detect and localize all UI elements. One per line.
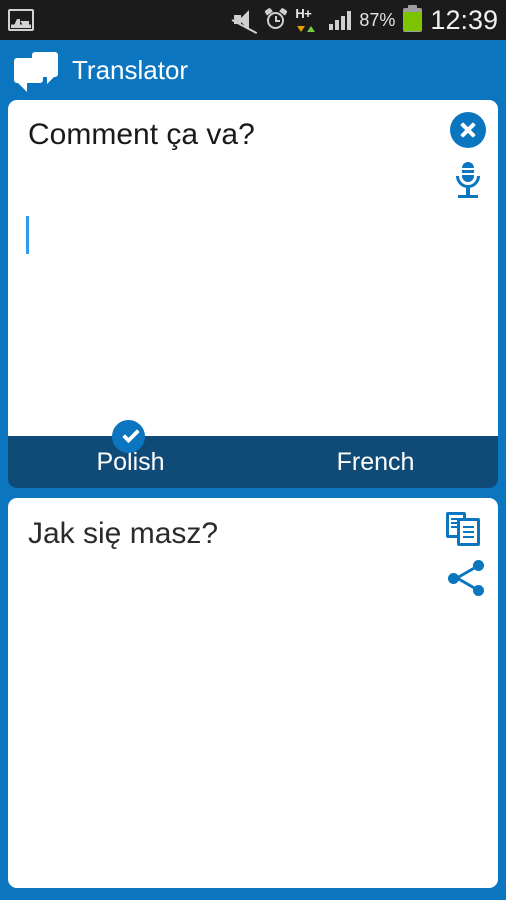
status-bar: H+ 87% 12:39 [0,0,506,40]
app-screen: H+ 87% 12:39 Translator Comment ça va? P… [0,0,506,900]
status-bar-left [0,9,34,31]
data-arrows-icon [297,26,316,32]
battery-icon [403,5,423,32]
check-circle-icon [112,420,145,453]
close-circle-icon[interactable] [450,112,486,148]
battery-percent: 87% [359,9,396,30]
alarm-clock-icon [264,7,289,31]
share-icon[interactable] [448,560,484,596]
status-bar-right: H+ 87% 12:39 [231,4,506,35]
translated-text: Jak się masz? [28,517,219,550]
app-title: Translator [72,54,189,85]
network-type-label: H+ [295,6,312,21]
language-selector-bar: Polish French [8,420,498,488]
gallery-icon [8,9,34,31]
network-type-icon: H+ [295,6,321,32]
speech-bubbles-icon [14,52,58,92]
copy-icon[interactable] [446,512,484,548]
translated-text-card[interactable]: Jak się masz? [8,498,498,888]
app-bar: Translator [0,40,506,100]
mute-icon [231,9,258,35]
clock: 12:39 [430,4,498,35]
source-text-card[interactable]: Comment ça va? [8,100,498,436]
source-text-input[interactable]: Comment ça va? [28,117,442,153]
microphone-icon[interactable] [452,162,484,200]
signal-bars-icon [329,10,352,30]
language-option-target[interactable]: French [253,448,498,477]
text-caret [26,216,29,254]
